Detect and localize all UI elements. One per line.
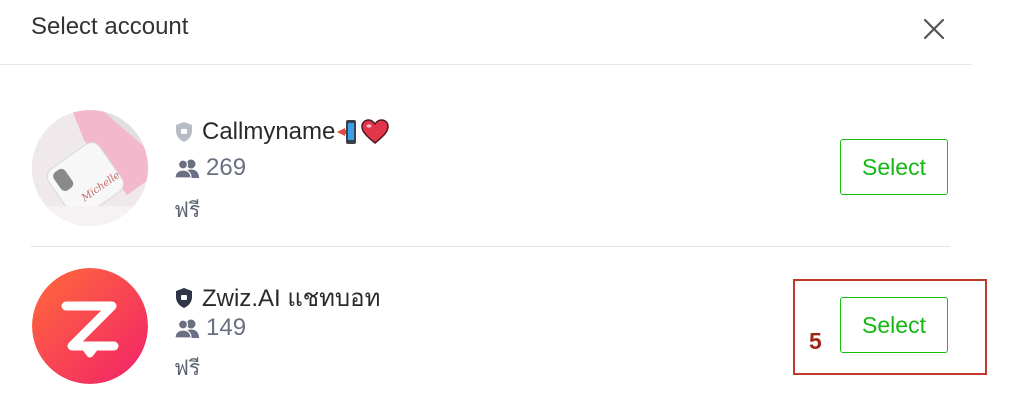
account-name-line: Callmyname: [174, 118, 390, 146]
avatar: [32, 268, 148, 384]
annotation-highlight-box: [793, 279, 987, 375]
heart-icon: [361, 119, 390, 144]
account-row-callmyname: Michelle Callmyname 269 ฟรี Select: [0, 100, 972, 246]
account-name: Callmyname: [202, 118, 336, 145]
account-name: Zwiz.AI แชทบอท: [202, 285, 381, 312]
account-name-line: Zwiz.AI แชทบอท: [174, 278, 380, 317]
follower-count-value: 269: [206, 154, 247, 181]
zwiz-logo-icon: [32, 268, 148, 384]
shield-icon: [176, 287, 192, 308]
dialog-title: Select account: [31, 13, 189, 40]
plan-label: ฟรี: [174, 198, 201, 222]
annotation-step-number: 5: [809, 328, 822, 354]
follower-count: 269: [174, 154, 246, 182]
follower-count-value: 149: [206, 314, 247, 341]
select-button[interactable]: Select: [840, 139, 948, 195]
shield-icon: [176, 122, 192, 142]
people-icon: [174, 159, 199, 178]
mobile-phone-icon: [337, 120, 357, 144]
close-icon[interactable]: [920, 15, 948, 43]
follower-count: 149: [174, 314, 246, 342]
dialog-header: Select account: [0, 0, 972, 65]
avatar: Michelle: [32, 110, 148, 226]
plan-label: ฟรี: [174, 356, 201, 380]
people-icon: [174, 319, 199, 338]
row-divider: [31, 246, 950, 247]
